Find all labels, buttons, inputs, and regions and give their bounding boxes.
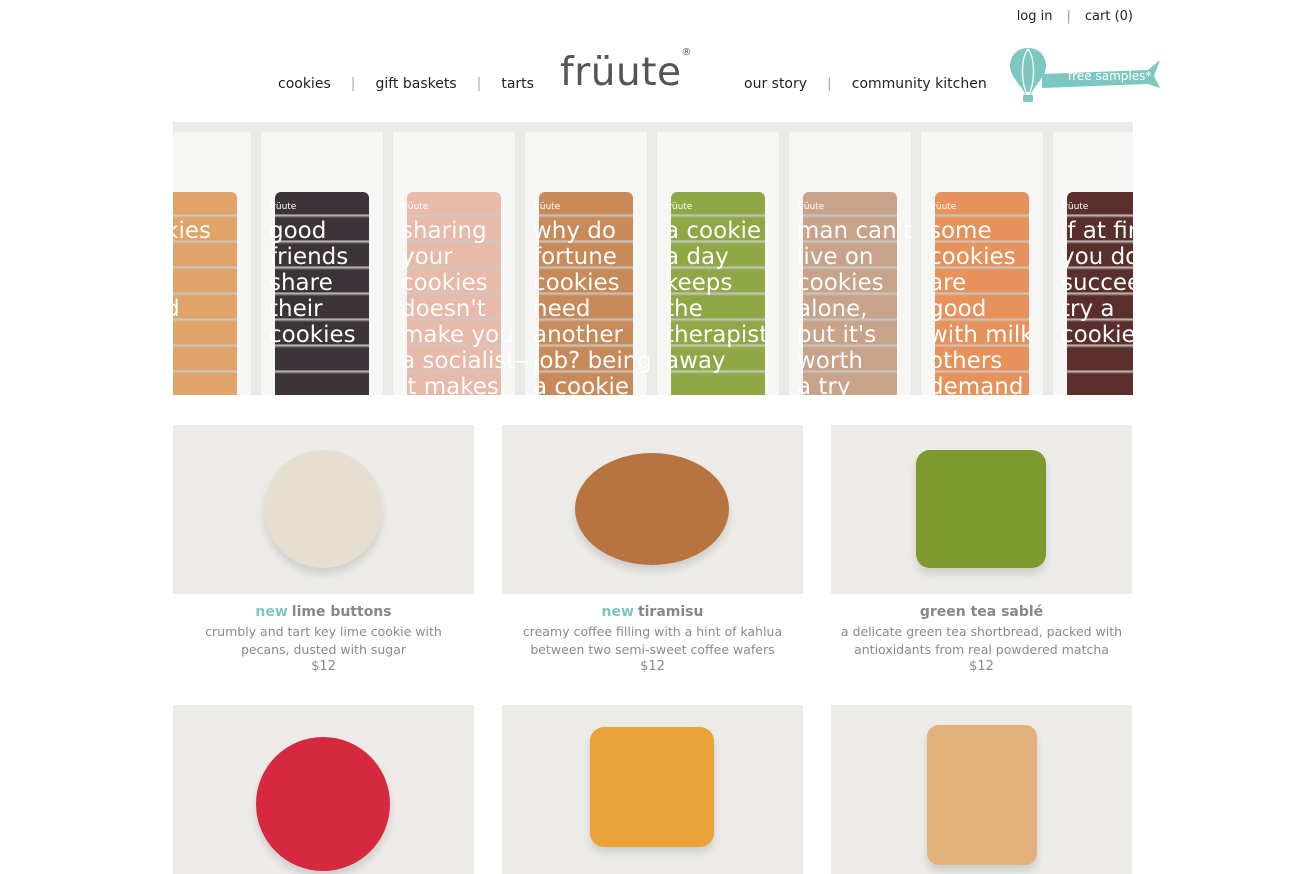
bag-brand: früute — [533, 202, 561, 212]
site-logo[interactable]: früute® — [560, 47, 692, 95]
bag-quote: why do fortune cookies need another job?… — [533, 218, 652, 395]
product-card[interactable]: new lime buttons crumbly and tart key lime… — [173, 425, 474, 674]
product-card[interactable] — [502, 705, 803, 874]
cookie-image — [927, 725, 1037, 865]
bag-quote: a cookie a day keeps the therapist away — [665, 218, 769, 374]
bag-brand: früute — [929, 202, 957, 212]
product-photo[interactable] — [831, 425, 1132, 594]
bag-brand: früute — [665, 202, 693, 212]
primary-nav-right: our story | community kitchen — [744, 76, 987, 92]
page: log in | cart (0) cookies | gift baskets… — [0, 0, 1305, 874]
product-photo[interactable] — [502, 705, 803, 874]
product-card[interactable]: green tea sablé a delicate green tea shor… — [831, 425, 1132, 674]
cart-link[interactable]: cart (0) — [1085, 9, 1133, 24]
hero-cookie-bag: früute good friends share their cookies — [261, 132, 383, 395]
product-photo[interactable] — [502, 425, 803, 594]
hero-cookie-bag: früute if at first you don't succeed try … — [1053, 132, 1133, 395]
nav-item-our-story[interactable]: our story — [744, 76, 807, 92]
hero-cookie-bag: früute some cookies are good with milk ot… — [921, 132, 1043, 395]
hero-cookie-bag: früute why do fortune cookies need anothe… — [525, 132, 652, 395]
product-photo[interactable] — [173, 425, 474, 594]
free-samples-label: free samples* — [1068, 69, 1152, 83]
product-description: crumbly and tart key lime cookie with pe… — [205, 624, 442, 657]
utility-separator: | — [1066, 9, 1071, 24]
product-description: creamy coffee filling with a hint of kah… — [522, 624, 783, 657]
product-price: $12 — [969, 659, 994, 674]
login-link[interactable]: log in — [1017, 9, 1053, 24]
nav-separator: | — [350, 76, 356, 92]
product-photo[interactable] — [173, 705, 474, 874]
product-card[interactable]: new tiramisu creamy coffee filling with a … — [502, 425, 803, 674]
cookie-image — [256, 737, 390, 871]
bag-quote: ookies of life ood — [173, 218, 211, 322]
nav-item-cookies[interactable]: cookies — [278, 76, 331, 92]
hero-banner[interactable]: früuteookies of life oodfrüutegood frien… — [173, 122, 1133, 395]
new-badge: new — [255, 604, 288, 620]
product-name[interactable]: green tea sablé — [831, 604, 1132, 620]
nav-item-community-kitchen[interactable]: community kitchen — [852, 76, 987, 92]
cookie-image — [264, 450, 382, 568]
cookie-image — [916, 450, 1046, 568]
utility-links: log in | cart (0) — [1017, 9, 1133, 24]
free-samples-promo[interactable]: free samples* — [1008, 46, 1164, 104]
nav-item-tarts[interactable]: tarts — [501, 76, 534, 92]
bag-quote: sharing your cookies doesn't make you a … — [401, 218, 527, 395]
bag-brand: früute — [1061, 202, 1089, 212]
registered-mark: ® — [681, 47, 692, 58]
product-card[interactable] — [831, 705, 1132, 874]
nav-item-gift-baskets[interactable]: gift baskets — [375, 76, 456, 92]
product-name[interactable]: new tiramisu — [502, 604, 803, 620]
product-name[interactable]: new lime buttons — [173, 604, 474, 620]
product-title: tiramisu — [637, 604, 704, 620]
product-title: green tea sablé — [919, 604, 1044, 620]
primary-nav-left: cookies | gift baskets | tarts — [278, 76, 534, 92]
logo-text: früute — [560, 50, 682, 95]
bag-quote: some cookies are good with milk others d… — [929, 218, 1034, 395]
hero-cookie-bag: früute a cookie a day keeps the therapist… — [657, 132, 779, 395]
bag-quote: good friends share their cookies — [269, 218, 356, 348]
nav-separator: | — [827, 76, 832, 92]
bag-brand: früute — [269, 202, 297, 212]
product-description: a delicate green tea shortbread, packed … — [840, 624, 1123, 657]
hero-cookie-bag: früute sharing your cookies doesn't make … — [393, 132, 527, 395]
hero-cookie-bag: früute man can't live on cookies alone, b… — [789, 132, 912, 395]
bag-quote: if at first you don't succeed try a cook… — [1061, 218, 1133, 348]
product-card[interactable] — [173, 705, 474, 874]
hero-cookie-bag: früuteookies of life ood — [173, 132, 251, 395]
bag-quote: man can't live on cookies alone, but it'… — [797, 218, 913, 395]
product-price: $12 — [640, 659, 665, 674]
product-price: $12 — [311, 659, 336, 674]
nav-separator: | — [476, 76, 482, 92]
cookie-image — [575, 453, 729, 565]
product-title: lime buttons — [291, 604, 392, 620]
bag-brand: früute — [797, 202, 825, 212]
new-badge: new — [601, 604, 634, 620]
product-photo[interactable] — [831, 705, 1132, 874]
cookie-image — [590, 727, 714, 847]
bag-brand: früute — [401, 202, 429, 212]
